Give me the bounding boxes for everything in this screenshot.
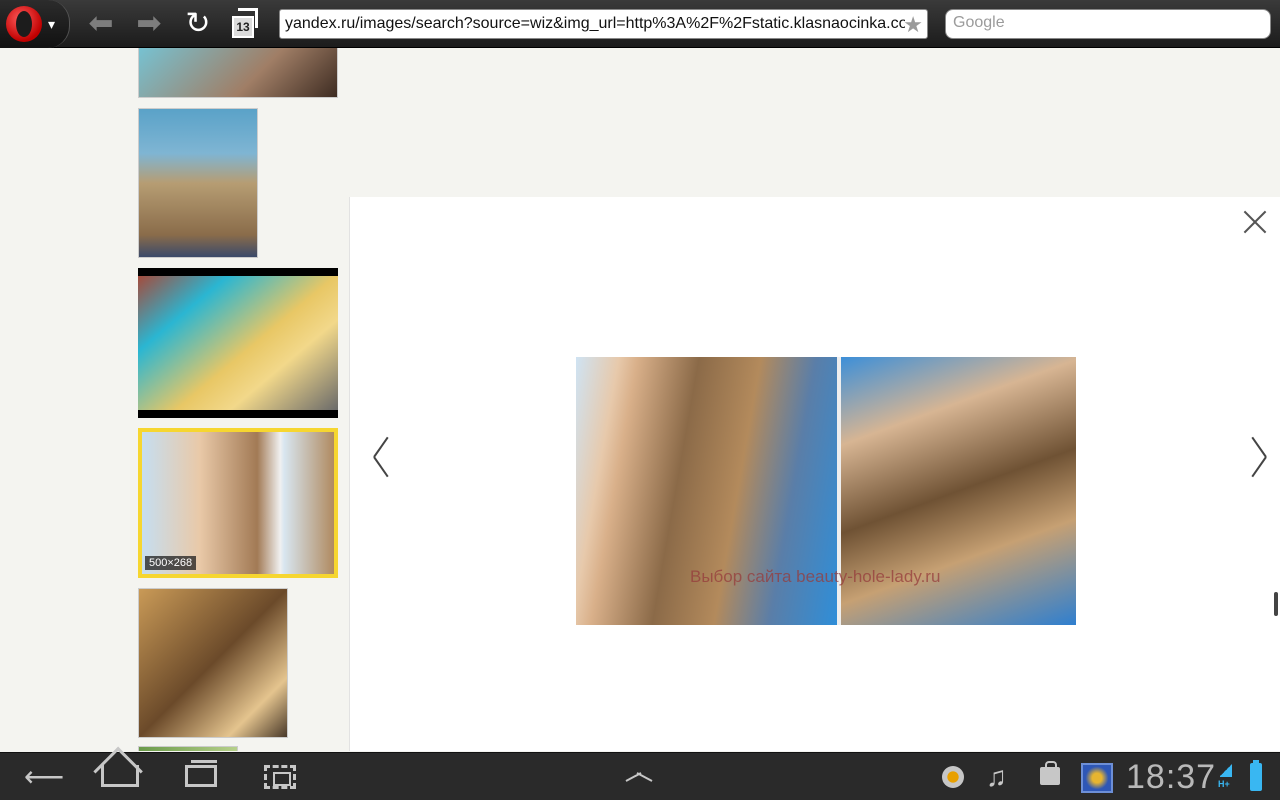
music-note-icon[interactable]: ♫	[986, 761, 1007, 793]
thumbnail-image[interactable]	[138, 268, 338, 418]
page-content: 500×268 Выбор сайта beauty-hole-lady.ru	[0, 48, 1280, 751]
opera-menu-button[interactable]: ▾	[0, 0, 70, 48]
image-viewer: Выбор сайта beauty-hole-lady.ru	[349, 197, 1280, 751]
thumbnail-image[interactable]	[138, 746, 238, 751]
reload-icon[interactable]: ↻	[181, 8, 215, 40]
image-watermark: Выбор сайта beauty-hole-lady.ru	[690, 567, 941, 586]
caret-down-icon: ▾	[48, 16, 56, 32]
search-input[interactable]: Google	[945, 9, 1271, 39]
screenshot-icon[interactable]	[264, 765, 296, 789]
battery-icon	[1250, 760, 1262, 791]
thumbnail-image[interactable]	[138, 48, 338, 98]
back-icon[interactable]: ⟵	[24, 761, 64, 793]
bookmark-star-icon[interactable]: ★	[903, 12, 923, 38]
app-notification-icon[interactable]	[1081, 763, 1113, 793]
signal-icon: H+	[1218, 763, 1232, 791]
close-icon[interactable]	[1243, 210, 1267, 234]
opera-logo-icon	[6, 6, 42, 42]
notification-app-icon[interactable]	[942, 766, 964, 788]
forward-arrow-icon[interactable]: ➡	[132, 8, 166, 40]
next-image-button[interactable]	[1242, 436, 1267, 487]
thumbnail-column: 500×268	[138, 48, 348, 751]
tab-count: 13	[232, 16, 254, 38]
chevron-up-icon[interactable]	[625, 769, 653, 785]
thumbnail-image[interactable]	[138, 108, 258, 258]
system-navigation-bar: ⟵ ♫ 18:37 H+	[0, 752, 1280, 800]
tabs-button[interactable]: 13	[230, 8, 260, 38]
main-image[interactable]: Выбор сайта beauty-hole-lady.ru	[576, 357, 1076, 625]
network-type: H+	[1218, 779, 1230, 789]
back-arrow-icon[interactable]: ⬅	[84, 8, 118, 40]
previous-image-button[interactable]	[373, 436, 398, 487]
signal-bars-icon	[1220, 763, 1232, 777]
thumbnail-image[interactable]	[138, 588, 288, 738]
scrollbar[interactable]	[1274, 592, 1278, 616]
browser-toolbar: ▾ ⬅ ➡ ↻ 13 yandex.ru/images/search?sourc…	[0, 0, 1280, 48]
status-clock[interactable]: 18:37	[1126, 758, 1216, 797]
image-size-badge: 500×268	[145, 556, 197, 570]
home-icon[interactable]	[101, 765, 139, 787]
recent-apps-icon[interactable]	[185, 760, 217, 787]
thumbnail-image-selected[interactable]: 500×268	[138, 428, 338, 578]
shopping-bag-icon[interactable]	[1040, 761, 1060, 785]
address-bar[interactable]: yandex.ru/images/search?source=wiz&img_u…	[279, 9, 928, 39]
url-text: yandex.ru/images/search?source=wiz&img_u…	[285, 15, 905, 32]
thumbnail-picture	[138, 276, 338, 410]
